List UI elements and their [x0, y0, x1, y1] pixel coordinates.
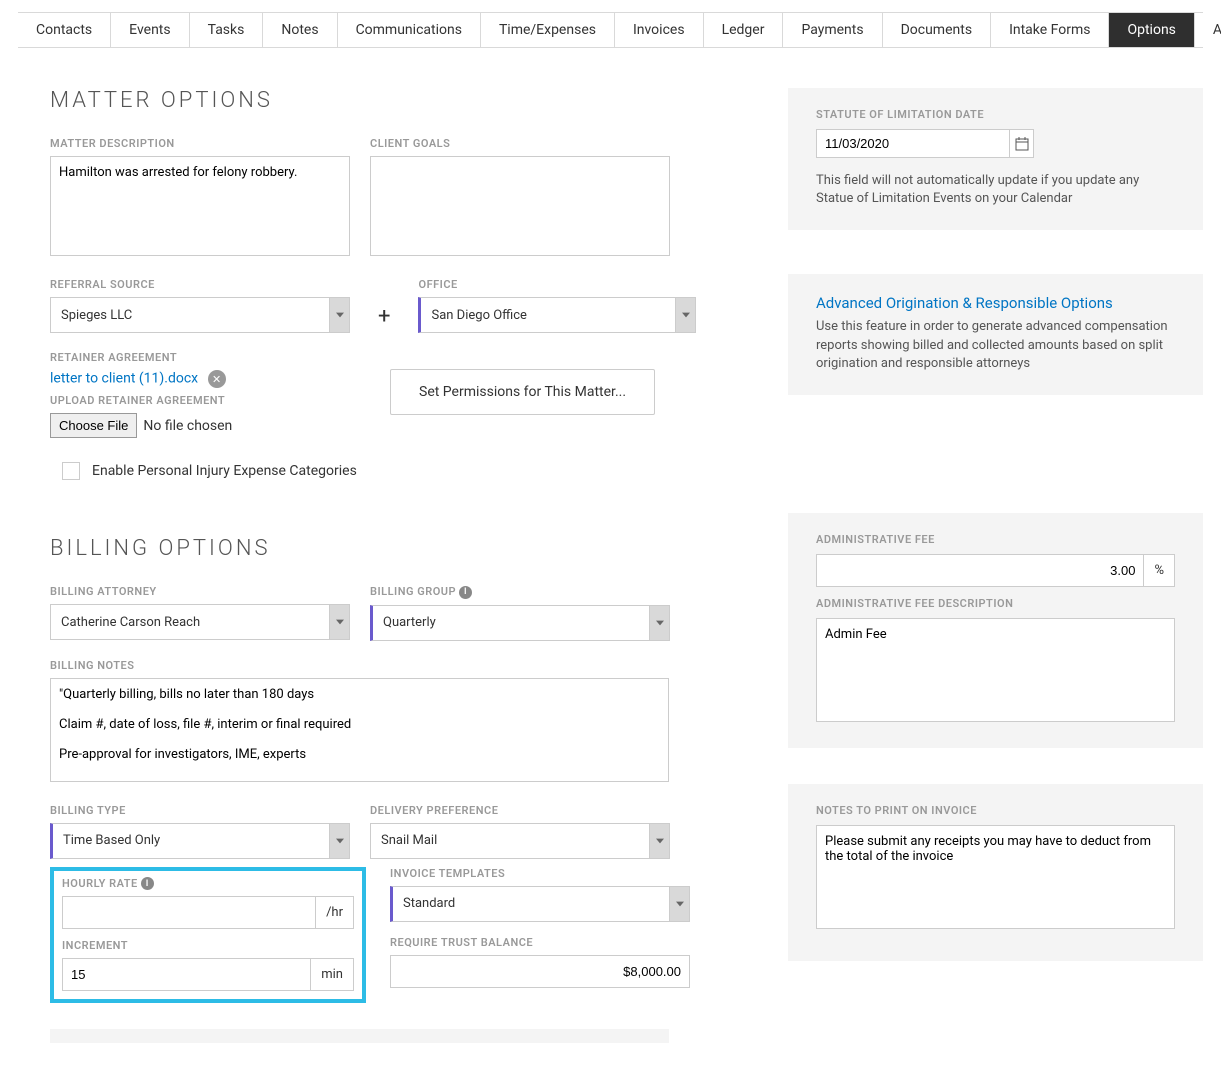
pi-expense-checkbox[interactable]	[62, 462, 80, 480]
billing-notes-input[interactable]: "Quarterly billing, bills no later than …	[50, 678, 669, 782]
calendar-icon[interactable]	[1010, 129, 1034, 158]
admin-fee-box: ADMINISTRATIVE FEE % ADMINISTRATIVE FEE …	[788, 513, 1203, 748]
billing-notes-label: BILLING NOTES	[50, 659, 670, 672]
office-select[interactable]: San Diego Office	[418, 297, 676, 333]
delivery-preference-dropdown-icon[interactable]	[650, 823, 670, 859]
set-permissions-button[interactable]: Set Permissions for This Matter...	[390, 369, 655, 415]
info-icon: i	[459, 586, 472, 599]
increment-suffix: min	[311, 958, 354, 991]
statute-helper-text: This field will not automatically update…	[816, 172, 1175, 208]
pi-expense-checkbox-label: Enable Personal Injury Expense Categorie…	[92, 463, 357, 479]
tab-tasks[interactable]: Tasks	[190, 13, 264, 47]
remove-retainer-icon[interactable]: ✕	[208, 370, 226, 388]
no-file-chosen-text: No file chosen	[143, 418, 232, 434]
tab-options[interactable]: Options	[1109, 13, 1194, 47]
admin-fee-desc-input[interactable]: Admin Fee	[816, 618, 1175, 722]
tab-intake-forms[interactable]: Intake Forms	[991, 13, 1109, 47]
invoice-notes-label: NOTES TO PRINT ON INVOICE	[816, 804, 1175, 817]
tab-time-expenses[interactable]: Time/Expenses	[481, 13, 615, 47]
tab-notes[interactable]: Notes	[263, 13, 337, 47]
invoice-templates-dropdown-icon[interactable]	[670, 886, 690, 922]
billing-group-select[interactable]: Quarterly	[370, 605, 650, 641]
footer-placeholder	[50, 1029, 669, 1043]
statute-box: STATUTE OF LIMITATION DATE This field wi…	[788, 88, 1203, 230]
choose-file-button[interactable]: Choose File	[50, 413, 137, 438]
tab-payments[interactable]: Payments	[783, 13, 882, 47]
billing-attorney-select[interactable]: Catherine Carson Reach	[50, 604, 330, 640]
billing-type-dropdown-icon[interactable]	[330, 823, 350, 859]
retainer-file-link[interactable]: letter to client (11).docx	[50, 371, 198, 387]
tabs-bar: Contacts Events Tasks Notes Communicatio…	[18, 12, 1203, 48]
delivery-preference-select[interactable]: Snail Mail	[370, 823, 650, 859]
client-goals-label: CLIENT GOALS	[370, 137, 670, 150]
admin-fee-desc-label: ADMINISTRATIVE FEE DESCRIPTION	[816, 597, 1175, 610]
referral-source-dropdown-icon[interactable]	[330, 297, 350, 333]
billing-type-label: BILLING TYPE	[50, 804, 350, 817]
billing-group-label: BILLING GROUPi	[370, 585, 670, 599]
client-goals-input[interactable]	[370, 156, 670, 256]
tab-events[interactable]: Events	[111, 13, 189, 47]
billing-attorney-dropdown-icon[interactable]	[330, 604, 350, 640]
referral-source-select[interactable]: Spieges LLC	[50, 297, 330, 333]
matter-description-label: MATTER DESCRIPTION	[50, 137, 350, 150]
increment-input[interactable]	[62, 958, 311, 991]
admin-fee-input[interactable]	[816, 554, 1144, 587]
advanced-options-box: Advanced Origination & Responsible Optio…	[788, 274, 1203, 395]
office-label: OFFICE	[418, 278, 696, 291]
hourly-increment-highlight: HOURLY RATEi /hr INCREMENT min	[50, 867, 366, 1004]
tab-contacts[interactable]: Contacts	[18, 13, 111, 47]
matter-description-input[interactable]: Hamilton was arrested for felony robbery…	[50, 156, 350, 256]
referral-source-label: REFERRAL SOURCE	[50, 278, 350, 291]
retainer-agreement-label: RETAINER AGREEMENT	[50, 351, 350, 364]
statute-label: STATUTE OF LIMITATION DATE	[816, 108, 1175, 121]
require-trust-balance-label: REQUIRE TRUST BALANCE	[390, 936, 690, 949]
statute-date-input[interactable]	[816, 129, 1010, 158]
billing-group-dropdown-icon[interactable]	[650, 605, 670, 641]
admin-fee-suffix: %	[1144, 554, 1175, 587]
tab-communications[interactable]: Communications	[338, 13, 481, 47]
admin-fee-label: ADMINISTRATIVE FEE	[816, 533, 1175, 546]
tab-documents[interactable]: Documents	[883, 13, 991, 47]
increment-label: INCREMENT	[62, 939, 354, 952]
hourly-rate-input[interactable]	[62, 896, 316, 929]
invoice-notes-box: NOTES TO PRINT ON INVOICE Please submit …	[788, 784, 1203, 961]
require-trust-balance-input[interactable]	[390, 955, 690, 988]
office-dropdown-icon[interactable]	[676, 297, 696, 333]
info-icon: i	[141, 877, 154, 890]
add-referral-button[interactable]: +	[370, 300, 398, 333]
advanced-origination-link[interactable]: Advanced Origination & Responsible Optio…	[816, 294, 1175, 312]
hourly-rate-suffix: /hr	[316, 896, 354, 929]
upload-retainer-label: UPLOAD RETAINER AGREEMENT	[50, 394, 350, 407]
invoice-notes-input[interactable]: Please submit any receipts you may have …	[816, 825, 1175, 929]
tab-ledger[interactable]: Ledger	[704, 13, 784, 47]
hourly-rate-label: HOURLY RATEi	[62, 877, 354, 891]
tab-activity-log[interactable]: Activity Log	[1195, 13, 1221, 47]
matter-options-heading: MATTER OPTIONS	[50, 88, 738, 113]
invoice-templates-select[interactable]: Standard	[390, 886, 670, 922]
delivery-preference-label: DELIVERY PREFERENCE	[370, 804, 670, 817]
advanced-origination-desc: Use this feature in order to generate ad…	[816, 318, 1175, 373]
tab-invoices[interactable]: Invoices	[615, 13, 704, 47]
billing-attorney-label: BILLING ATTORNEY	[50, 585, 350, 598]
billing-type-select[interactable]: Time Based Only	[50, 823, 330, 859]
invoice-templates-label: INVOICE TEMPLATES	[390, 867, 690, 880]
billing-options-heading: BILLING OPTIONS	[50, 536, 738, 561]
